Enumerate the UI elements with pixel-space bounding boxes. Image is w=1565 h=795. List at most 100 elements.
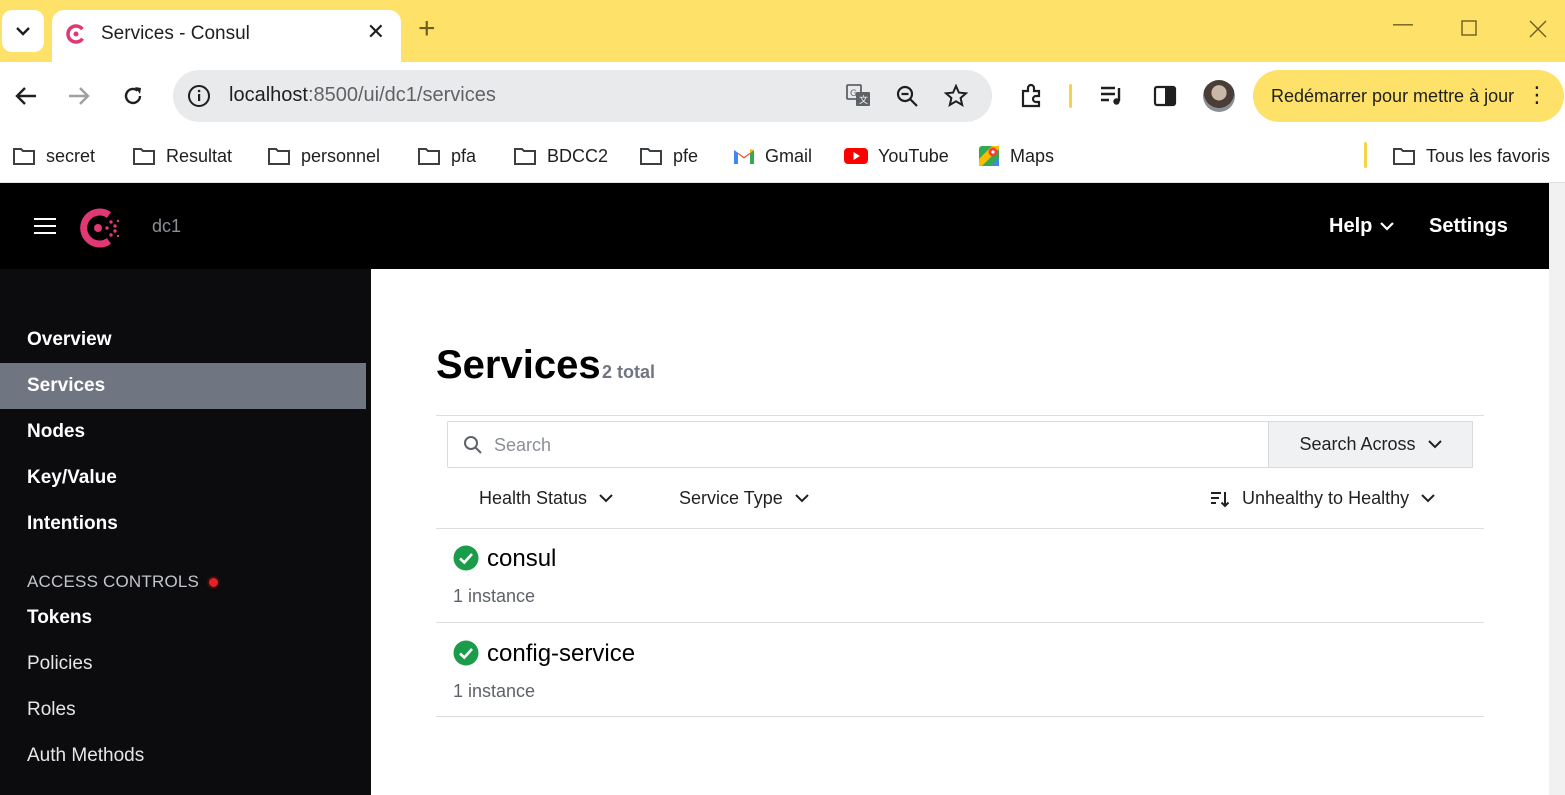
menu-icon[interactable] [34, 218, 56, 234]
extensions-icon[interactable] [1016, 80, 1048, 112]
health-status-filter[interactable]: Health Status [479, 488, 613, 509]
translate-icon[interactable]: G文 [845, 82, 873, 110]
sidebar-item-intentions[interactable]: Intentions [0, 501, 366, 547]
sort-dropdown[interactable]: Unhealthy to Healthy [1210, 488, 1435, 509]
consul-logo-icon[interactable] [79, 207, 121, 249]
divider [436, 415, 1484, 416]
bookmark-folder-pfe[interactable]: pfe [639, 142, 698, 170]
sidebar-item-label: Nodes [27, 421, 86, 442]
service-name-link[interactable]: config-service [487, 640, 635, 668]
bookmark-label: pfe [673, 145, 699, 166]
search-input[interactable] [494, 430, 1254, 460]
forward-icon[interactable] [63, 80, 95, 112]
gmail-icon [734, 149, 754, 164]
bookmark-label: Tous les favoris [1426, 145, 1551, 166]
toolbar-divider [1069, 84, 1072, 108]
url-text: localhost:8500/ui/dc1/services [229, 84, 496, 106]
svg-text:文: 文 [859, 94, 868, 106]
search-icon [464, 436, 482, 454]
instance-count: 1 instance [453, 681, 536, 701]
search-across-label: Search Across [1299, 434, 1416, 454]
sidebar-item-nodes[interactable]: Nodes [0, 409, 366, 455]
site-info-icon[interactable] [185, 82, 213, 110]
update-button[interactable]: Redémarrer pour mettre à jour ⋮ [1253, 70, 1564, 122]
back-icon[interactable] [10, 80, 42, 112]
browser-tab-bar: Services - Consul ✕ + — [0, 0, 1565, 62]
acl-warning-dot-icon [207, 575, 221, 589]
tab-search-button[interactable] [2, 10, 44, 52]
chevron-down-icon [795, 494, 809, 503]
bookmark-folder-personnel[interactable]: personnel [267, 142, 380, 170]
settings-link[interactable]: Settings [1429, 215, 1508, 238]
page-title: Services [436, 343, 601, 387]
maximize-icon[interactable] [1461, 20, 1477, 40]
chevron-down-icon [1380, 222, 1395, 231]
filter-label: Health Status [479, 488, 588, 508]
filter-label: Service Type [679, 488, 783, 508]
sidebar-item-key-value[interactable]: Key/Value [0, 455, 366, 501]
help-label: Help [1329, 215, 1373, 237]
list-item[interactable]: consul 1 instance [436, 528, 1484, 622]
sidebar-item-overview[interactable]: Overview [0, 317, 366, 363]
more-menu-icon[interactable]: ⋮ [1526, 82, 1548, 108]
sidebar-item-label: Auth Methods [27, 745, 145, 766]
sidebar-item-label: Policies [27, 653, 93, 674]
bookmark-folder-pfa[interactable]: pfa [417, 142, 476, 170]
folder-icon [514, 148, 536, 165]
health-passing-icon [453, 545, 479, 571]
help-menu[interactable]: Help [1329, 215, 1395, 238]
tab-title: Services - Consul [101, 23, 250, 44]
search-field[interactable] [447, 421, 1269, 468]
settings-label: Settings [1429, 215, 1508, 237]
new-tab-icon[interactable]: + [418, 14, 436, 44]
zoom-icon[interactable] [893, 82, 921, 110]
sidebar-item-label: Key/Value [27, 467, 117, 488]
bookmark-star-icon[interactable] [942, 82, 970, 110]
sidebar-item-label: Tokens [27, 607, 93, 628]
service-count: 2 total [602, 362, 656, 382]
address-bar[interactable]: localhost:8500/ui/dc1/services G文 [173, 70, 992, 122]
bookmark-label: Maps [1010, 145, 1055, 166]
service-type-filter[interactable]: Service Type [679, 488, 809, 509]
side-panel-icon[interactable] [1149, 80, 1181, 112]
close-window-icon[interactable] [1529, 20, 1547, 42]
folder-icon [268, 148, 290, 165]
page-scrollbar[interactable] [1549, 183, 1565, 795]
bookmark-label: pfa [451, 145, 477, 166]
sidebar-item-tokens[interactable]: Tokens [0, 595, 366, 641]
chevron-down-icon [1427, 440, 1442, 449]
folder-icon [133, 148, 155, 165]
media-control-icon[interactable] [1096, 80, 1128, 112]
datacenter-selector[interactable]: dc1 [152, 216, 181, 237]
search-across-dropdown[interactable]: Search Across [1268, 421, 1473, 468]
bookmarks-bar: secret Resultat personnel pfa BDCC2 pfe … [0, 130, 1565, 183]
browser-tab[interactable]: Services - Consul ✕ [52, 10, 401, 62]
sort-icon [1211, 491, 1230, 507]
consul-header: dc1 Help Settings [0, 183, 1549, 269]
bookmark-folder-resultat[interactable]: Resultat [132, 142, 232, 170]
bookmark-maps[interactable]: Maps [978, 142, 1054, 170]
service-name-link[interactable]: consul [487, 545, 556, 573]
close-tab-icon[interactable]: ✕ [367, 21, 385, 43]
profile-avatar[interactable] [1203, 80, 1235, 112]
sidebar-item-policies[interactable]: Policies [0, 641, 366, 687]
divider [436, 716, 1484, 717]
bookmark-folder-bdcc2[interactable]: BDCC2 [513, 142, 608, 170]
update-button-label: Redémarrer pour mettre à jour [1271, 86, 1515, 106]
bookmark-gmail[interactable]: Gmail [733, 142, 812, 170]
sidebar-item-services[interactable]: Services [0, 363, 366, 409]
access-controls-heading: ACCESS CONTROLS [27, 572, 221, 592]
minimize-icon[interactable]: — [1393, 14, 1413, 34]
reload-icon[interactable] [117, 80, 149, 112]
sidebar-item-roles[interactable]: Roles [0, 687, 366, 733]
chevron-down-icon [1421, 494, 1435, 503]
bookmark-label: Resultat [166, 145, 233, 166]
list-item[interactable]: config-service 1 instance [436, 623, 1484, 717]
all-bookmarks-folder[interactable]: Tous les favoris [1392, 142, 1550, 170]
bookmark-youtube[interactable]: YouTube [844, 142, 949, 170]
folder-icon [418, 148, 440, 165]
chevron-down-icon [16, 26, 30, 36]
sidebar-item-auth-methods[interactable]: Auth Methods [0, 733, 366, 779]
bookmark-label: secret [46, 145, 96, 166]
bookmark-folder-secret[interactable]: secret [12, 142, 95, 170]
